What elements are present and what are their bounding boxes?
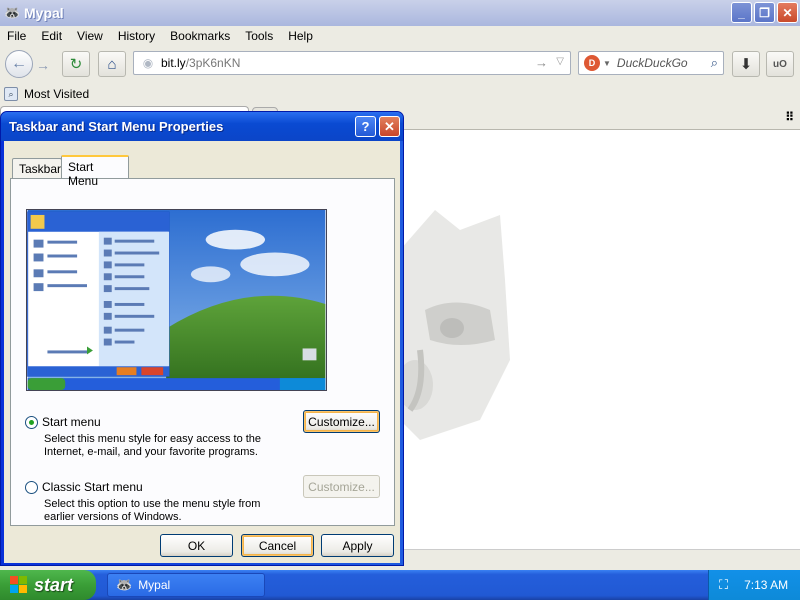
minimize-icon: _	[738, 5, 745, 20]
home-button[interactable]: ⌂	[98, 51, 126, 77]
restore-button[interactable]: ❐	[754, 2, 775, 23]
start-menu-preview-image	[26, 209, 327, 391]
customize-start-menu-button[interactable]: Customize...	[303, 410, 380, 433]
reload-button[interactable]: ↻	[62, 51, 90, 77]
help-icon: ?	[361, 119, 370, 134]
menu-history[interactable]: History	[111, 29, 163, 43]
taskbar-properties-dialog: Taskbar and Start Menu Properties ? ✕ Ta…	[0, 111, 404, 566]
help-button[interactable]: ?	[355, 116, 376, 137]
start-button[interactable]: start	[0, 570, 96, 600]
menu-bar: File Edit View History Bookmarks Tools H…	[0, 26, 800, 46]
classic-start-menu-description: Select this option to use the menu style…	[44, 498, 261, 523]
classic-start-menu-radio[interactable]	[25, 480, 38, 494]
tab-list-icon[interactable]: ⠿	[785, 110, 794, 124]
url-host: bit.ly	[161, 56, 186, 70]
download-arrow-icon: ⬇	[739, 56, 753, 73]
menu-edit[interactable]: Edit	[34, 29, 70, 43]
start-menu-label[interactable]: Start menu	[42, 415, 101, 429]
url-bar[interactable]: ◉ bit.ly/3pK6nKN → ▽	[133, 51, 571, 75]
close-icon: ✕	[384, 118, 395, 134]
back-arrow-icon: ←	[11, 55, 27, 72]
dialog-title-bar[interactable]: Taskbar and Start Menu Properties ? ✕	[1, 112, 403, 141]
close-window-button[interactable]: ✕	[777, 2, 798, 23]
network-icon[interactable]: ⛶	[719, 577, 728, 593]
search-placeholder: DuckDuckGo	[616, 56, 688, 70]
start-menu-option[interactable]: Start menu	[25, 415, 101, 429]
windows-taskbar: start 🦝 Mypal ⛶ 7:13 AM	[0, 570, 800, 600]
customize-classic-button: Customize...	[303, 475, 380, 498]
ok-button[interactable]: OK	[160, 534, 233, 557]
taskbar-item-label: Mypal	[138, 578, 171, 592]
menu-tools[interactable]: Tools	[238, 29, 281, 43]
ublock-button[interactable]: uO	[766, 51, 794, 77]
url-path: /3pK6nKN	[185, 56, 241, 70]
menu-bookmarks[interactable]: Bookmarks	[163, 29, 238, 43]
globe-icon: ◉	[142, 56, 154, 70]
start-label: start	[34, 574, 74, 595]
search-icon[interactable]: ⌕	[711, 55, 718, 71]
start-menu-radio[interactable]	[25, 415, 38, 429]
dialog-close-button[interactable]: ✕	[379, 116, 400, 137]
tab-taskbar[interactable]: Taskbar	[12, 158, 62, 178]
apply-button[interactable]: Apply	[321, 534, 394, 557]
classic-start-menu-option[interactable]: Classic Start menu	[25, 480, 143, 494]
forward-arrow-icon[interactable]: →	[36, 57, 50, 73]
tab-start-menu[interactable]: Start Menu	[61, 155, 129, 188]
clock[interactable]: 7:13 AM	[744, 578, 788, 592]
close-icon: ✕	[782, 5, 793, 20]
menu-file[interactable]: File	[0, 29, 34, 43]
back-button[interactable]: ←	[5, 50, 33, 78]
duckduckgo-icon[interactable]: D	[584, 55, 600, 71]
bookmarks-toolbar: ⌕ Most Visited	[0, 84, 800, 104]
dialog-title: Taskbar and Start Menu Properties	[9, 119, 224, 134]
radio-selected-dot	[29, 419, 34, 425]
raccoon-app-icon: 🦝	[116, 577, 133, 592]
window-title: Mypal	[24, 5, 64, 21]
downloads-button[interactable]: ⬇	[732, 51, 760, 77]
navigation-toolbar: ← → ↻ ⌂ ◉ bit.ly/3pK6nKN → ▽ D ▼ DuckDuc…	[0, 46, 800, 84]
bookmark-folder-icon: ⌕	[4, 87, 18, 101]
dialog-body: Taskbar Start Menu Start menu Select thi…	[4, 141, 400, 563]
raccoon-app-icon: 🦝	[4, 5, 21, 20]
menu-help[interactable]: Help	[281, 29, 321, 43]
url-dropdown-icon[interactable]: ▽	[556, 56, 564, 67]
cancel-button[interactable]: Cancel	[241, 534, 314, 557]
classic-start-menu-label[interactable]: Classic Start menu	[42, 480, 143, 494]
search-bar[interactable]: D ▼ DuckDuckGo ⌕	[578, 51, 724, 75]
shield-icon: uO	[773, 58, 787, 70]
start-menu-tab-panel: Start menu Select this menu style for ea…	[10, 178, 395, 526]
taskbar-item-mypal[interactable]: 🦝 Mypal	[107, 573, 265, 597]
restore-icon: ❐	[759, 5, 770, 20]
search-engine-dropdown-icon[interactable]: ▼	[603, 59, 611, 68]
browser-title-bar: 🦝 Mypal _ ❐ ✕	[0, 0, 800, 26]
bookmark-most-visited[interactable]: Most Visited	[24, 87, 89, 101]
system-tray: ⛶ 7:13 AM	[708, 570, 800, 600]
minimize-button[interactable]: _	[731, 2, 752, 23]
start-menu-description: Select this menu style for easy access t…	[44, 433, 262, 458]
go-arrow-icon[interactable]: →	[535, 55, 548, 70]
windows-flag-icon	[10, 576, 28, 594]
home-icon: ⌂	[107, 55, 117, 73]
window-controls: _ ❐ ✕	[731, 2, 798, 23]
menu-view[interactable]: View	[70, 29, 111, 43]
reload-icon: ↻	[69, 56, 83, 73]
